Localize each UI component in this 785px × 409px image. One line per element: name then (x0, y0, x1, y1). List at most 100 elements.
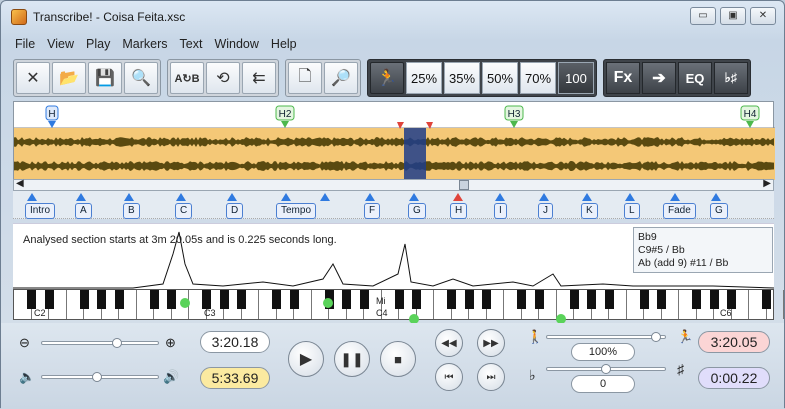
marker-tempo[interactable]: Tempo (276, 203, 317, 219)
menu-play[interactable]: Play (80, 35, 116, 53)
go-to-end-button[interactable]: ⏭ (477, 363, 505, 391)
marker-intro[interactable]: Intro (25, 203, 56, 219)
marker-c[interactable]: C (175, 203, 193, 219)
horizontal-scrollbar[interactable]: ◀ ▶ (13, 178, 774, 191)
speed-35-button[interactable]: 35% (444, 62, 480, 94)
close-button[interactable]: ✕ (750, 7, 776, 25)
zoom-out-icon[interactable]: ⊖ (19, 335, 30, 351)
play-button[interactable]: ▶ (288, 341, 324, 377)
black-key[interactable] (79, 290, 89, 309)
marker-j[interactable]: J (538, 203, 553, 219)
black-key[interactable] (727, 290, 736, 309)
menu-text[interactable]: Text (174, 35, 209, 53)
black-key[interactable] (114, 290, 124, 309)
waveform-overview[interactable]: H H2 H3 H4 (13, 101, 775, 181)
menu-view[interactable]: View (41, 35, 80, 53)
position-display[interactable]: 3:20.18 (200, 331, 270, 353)
rewind-button[interactable]: ◀◀ (435, 329, 463, 357)
scroll-right-icon[interactable]: ▶ (763, 178, 771, 189)
eq-button[interactable]: EQ (678, 62, 712, 94)
transpose-slider[interactable] (546, 364, 666, 374)
black-key[interactable] (482, 290, 491, 309)
ab-loop-button[interactable]: A↻B (170, 62, 204, 94)
marker-g2[interactable]: G (710, 203, 728, 219)
length-display[interactable]: 5:33.69 (200, 367, 270, 389)
black-key[interactable] (639, 290, 649, 309)
speed-70-button[interactable]: 70% (520, 62, 556, 94)
marker-i[interactable]: I (494, 203, 507, 219)
black-key[interactable] (289, 290, 299, 309)
menu-markers[interactable]: Markers (116, 35, 173, 53)
black-key[interactable] (342, 290, 351, 309)
black-key[interactable] (692, 290, 701, 309)
open-button[interactable]: 📂 (52, 62, 86, 94)
piano-keyboard[interactable]: C2 C3 C4 Mi C6 (13, 289, 784, 324)
search-button[interactable]: 🔍 (124, 62, 158, 94)
marker-fade[interactable]: Fade (663, 203, 696, 219)
black-key[interactable] (394, 290, 404, 309)
transpose-button[interactable]: ♭♯ (714, 62, 748, 94)
zoom-slider[interactable] (41, 338, 159, 348)
go-to-start-button[interactable]: ⏮ (435, 363, 463, 391)
volume-slider-knob[interactable] (92, 372, 102, 382)
fx-button[interactable]: Fx (606, 62, 640, 94)
transpose-value[interactable]: 0 (571, 375, 635, 393)
marker-k[interactable]: K (581, 203, 598, 219)
marker-track[interactable]: Intro A B C D Tempo F G H I J K L Fade G (13, 191, 774, 219)
black-key[interactable] (149, 290, 159, 309)
fast-forward-button[interactable]: ▶▶ (477, 329, 505, 357)
volume-slider[interactable] (41, 372, 159, 382)
loop-button[interactable]: ⟲ (206, 62, 240, 94)
section-marker-h2[interactable]: H2 (275, 105, 295, 128)
zoom-button[interactable]: 🔎 (324, 62, 358, 94)
black-key[interactable] (709, 290, 719, 309)
speed-runner-button[interactable]: 🏃 (370, 62, 404, 94)
marker-f[interactable]: F (364, 203, 381, 219)
chord-1[interactable]: Bb9 (638, 231, 768, 244)
black-key[interactable] (44, 290, 54, 309)
black-key[interactable] (517, 290, 526, 309)
transpose-slider-knob[interactable] (601, 364, 611, 374)
section-start-display[interactable]: 3:20.05 (698, 331, 770, 353)
marker-l[interactable]: L (624, 203, 640, 219)
black-key[interactable] (97, 290, 106, 309)
chord-3[interactable]: Ab (add 9) #11 / Bb (638, 257, 768, 270)
black-key[interactable] (569, 290, 579, 309)
black-key[interactable] (587, 290, 596, 309)
marker-b[interactable]: B (123, 203, 140, 219)
zoom-in-icon[interactable]: ⊕ (165, 335, 176, 351)
marker-a[interactable]: A (75, 203, 92, 219)
black-key[interactable] (464, 290, 474, 309)
close-file-button[interactable]: ✕ (16, 62, 50, 94)
speed-slider[interactable] (546, 332, 666, 342)
black-key[interactable] (534, 290, 544, 309)
pause-button[interactable]: ❚❚ (334, 341, 370, 377)
section-marker-h3[interactable]: H3 (504, 105, 524, 128)
marker-g[interactable]: G (408, 203, 426, 219)
marker-h[interactable]: H (450, 203, 468, 219)
back-button[interactable]: ⇇ (242, 62, 276, 94)
stop-button[interactable]: ■ (380, 341, 416, 377)
zoom-slider-knob[interactable] (112, 338, 122, 348)
forward-button[interactable]: ➔ (642, 62, 676, 94)
maximize-button[interactable]: ▣ (720, 7, 746, 25)
black-key[interactable] (762, 290, 771, 309)
speed-value[interactable]: 100% (571, 343, 635, 361)
speed-slider-knob[interactable] (651, 332, 661, 342)
black-key[interactable] (447, 290, 456, 309)
chord-2[interactable]: C9#5 / Bb (638, 244, 768, 257)
section-marker-h[interactable]: H (45, 105, 59, 128)
section-marker-h4[interactable]: H4 (740, 105, 760, 128)
speed-50-button[interactable]: 50% (482, 62, 518, 94)
scroll-left-icon[interactable]: ◀ (16, 178, 24, 189)
black-key[interactable] (359, 290, 369, 309)
speed-25-button[interactable]: 25% (406, 62, 442, 94)
black-key[interactable] (657, 290, 666, 309)
menu-window[interactable]: Window (208, 35, 264, 53)
scroll-thumb[interactable] (459, 180, 469, 190)
black-key[interactable] (219, 290, 229, 309)
menu-help[interactable]: Help (265, 35, 303, 53)
menu-file[interactable]: File (9, 35, 41, 53)
save-button[interactable]: 💾 (88, 62, 122, 94)
minimize-button[interactable]: ▭ (690, 7, 716, 25)
